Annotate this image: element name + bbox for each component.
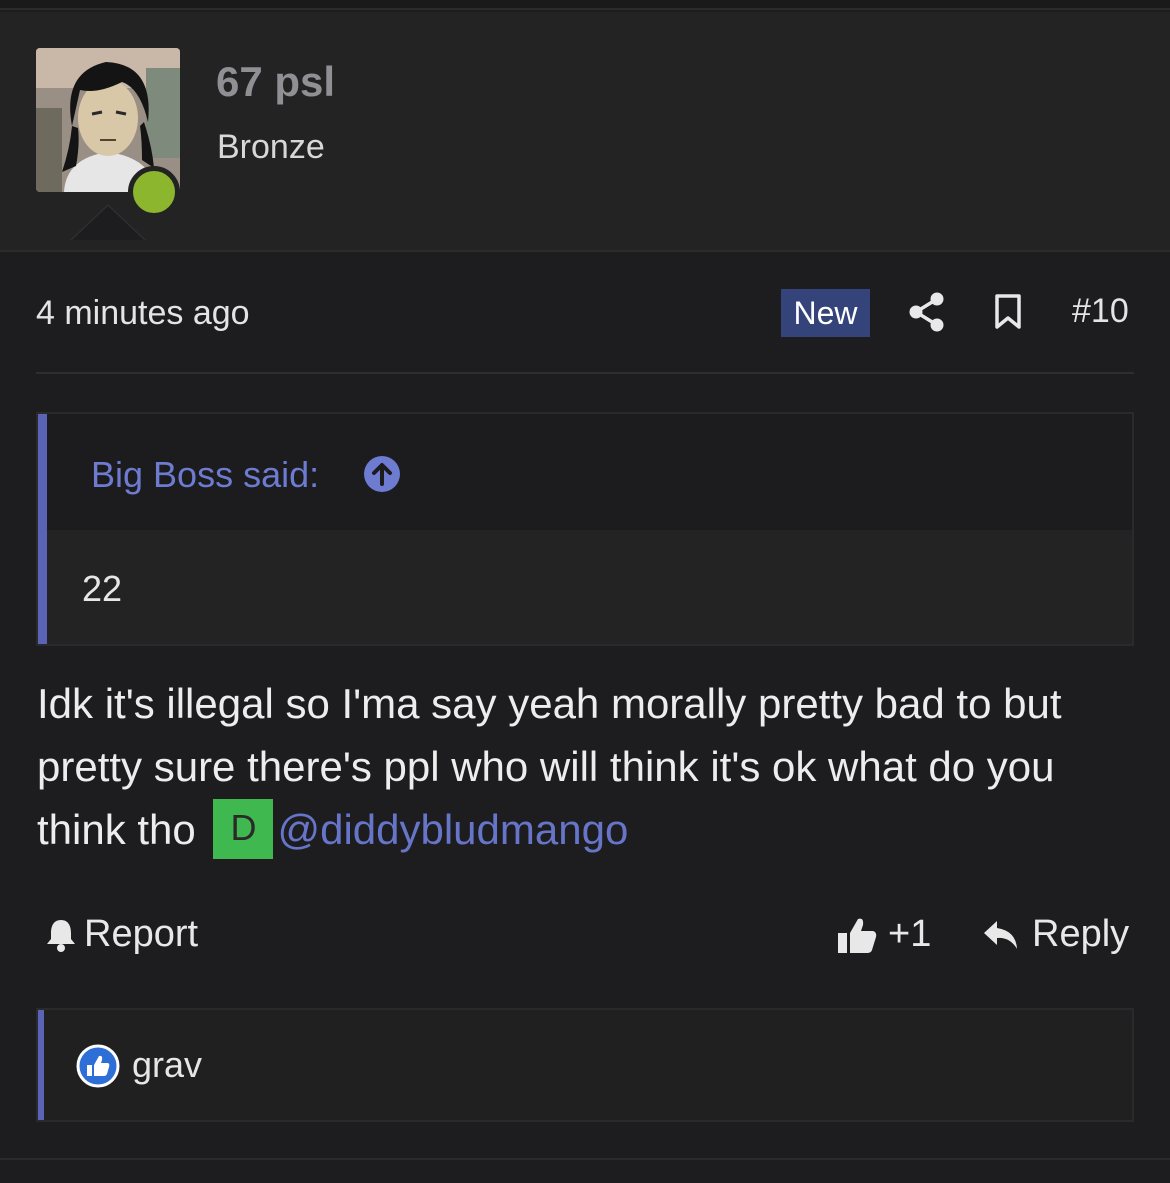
bookmark-icon[interactable] xyxy=(994,294,1022,330)
header-pointer xyxy=(72,206,144,240)
meta-divider xyxy=(36,372,1134,374)
post-actions: Report +1 Reply xyxy=(36,905,1134,965)
quote-header: Big Boss said: xyxy=(47,414,1132,530)
new-badge: New xyxy=(781,289,870,337)
reply-button[interactable]: Reply xyxy=(982,913,1129,956)
share-icon[interactable] xyxy=(909,292,945,332)
post-meta-row: 4 minutes ago New #10 xyxy=(36,282,1134,346)
post-body: Idk it's illegal so I'ma say yeah morall… xyxy=(37,672,1135,863)
quote-accent-bar xyxy=(38,414,47,644)
reactions-bar: grav xyxy=(36,1008,1134,1122)
reply-arrow-icon xyxy=(984,920,1017,949)
bottom-divider xyxy=(0,1158,1170,1160)
post-timestamp[interactable]: 4 minutes ago xyxy=(36,294,250,333)
user-header: 67 psl Bronze xyxy=(0,12,1170,252)
quote-block: Big Boss said: 22 xyxy=(36,412,1134,646)
reactions-accent-bar xyxy=(38,1010,44,1120)
user-title: Bronze xyxy=(217,128,325,166)
username[interactable]: 67 psl xyxy=(216,58,335,106)
like-reaction-icon xyxy=(76,1044,120,1088)
user-mention-link[interactable]: @diddybludmango xyxy=(277,806,628,853)
forum-post: 67 psl Bronze 4 minutes ago New #10 Big … xyxy=(0,0,1170,1183)
like-button[interactable]: +1 xyxy=(836,913,931,956)
mention-avatar[interactable]: D xyxy=(213,798,274,859)
report-label: Report xyxy=(84,913,199,955)
quote-text: 22 xyxy=(82,568,123,609)
like-count: +1 xyxy=(888,913,932,955)
arrow-up-circle-icon[interactable] xyxy=(363,455,401,493)
report-button[interactable]: Report xyxy=(44,913,198,956)
thumbs-up-icon xyxy=(838,918,877,953)
post-number-link[interactable]: #10 xyxy=(1072,292,1129,331)
top-border xyxy=(0,0,1170,10)
bell-icon xyxy=(47,919,75,952)
reaction-user-list[interactable]: grav xyxy=(132,1044,202,1086)
quote-author[interactable]: Big Boss said: xyxy=(91,454,319,496)
reply-label: Reply xyxy=(1032,913,1130,955)
